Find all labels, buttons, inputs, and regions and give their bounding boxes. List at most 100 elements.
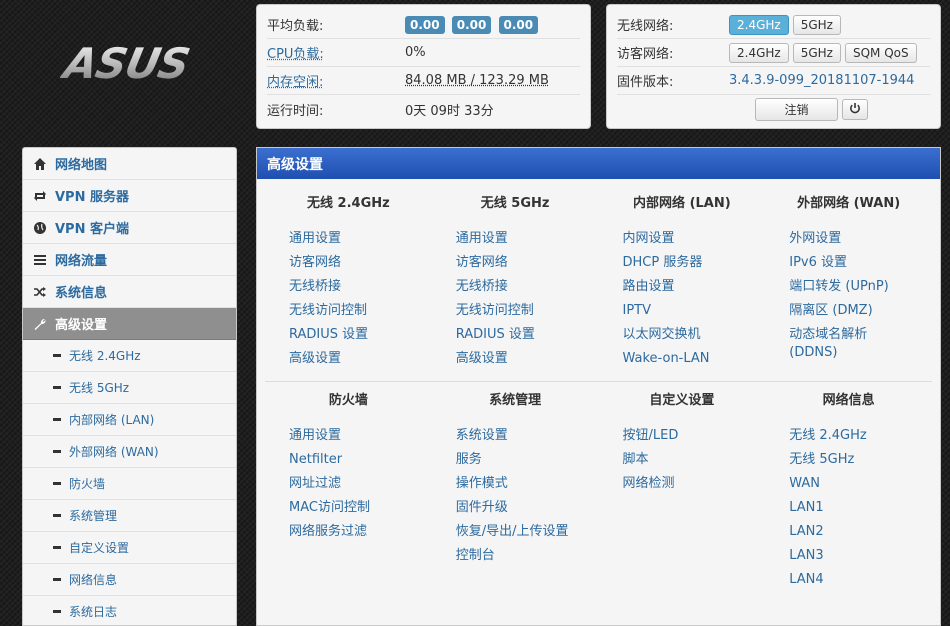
logout-button[interactable]: 注销 <box>755 97 838 121</box>
settings-link[interactable]: LAN2 <box>765 520 932 544</box>
settings-link[interactable]: 无线桥接 <box>265 275 432 299</box>
settings-link[interactable]: 网址过滤 <box>265 472 432 496</box>
column-heading: 网络信息 <box>822 393 875 408</box>
settings-section: 防火墙 通用设置 Netfilter 网址过滤 MAC访问控制 网络服务过滤 系统管理系统设… <box>265 388 932 602</box>
cpu-load-link[interactable]: CPU负载: <box>267 43 405 62</box>
settings-link[interactable]: 网络服务过滤 <box>265 520 432 544</box>
dash-icon <box>53 354 61 357</box>
settings-link[interactable]: 高级设置 <box>265 347 432 371</box>
uptime-label: 运行时间: <box>267 103 324 119</box>
settings-link[interactable]: 访客网络 <box>265 251 432 275</box>
sidebar-sub-lan[interactable]: 内部网络 (LAN) <box>23 404 236 436</box>
wireless-label: 无线网络: <box>617 19 674 34</box>
settings-link[interactable]: Netfilter <box>265 448 432 472</box>
sidebar-item-label: 高级设置 <box>55 318 108 333</box>
column-heading: 内部网络 (LAN) <box>633 196 731 211</box>
settings-link[interactable]: 通用设置 <box>265 227 432 251</box>
settings-link[interactable]: RADIUS 设置 <box>432 323 599 347</box>
sidebar-sub-label: 无线 5GHz <box>69 381 130 395</box>
page-title: 高级设置 <box>257 148 940 179</box>
dash-icon <box>53 450 61 453</box>
settings-link[interactable]: 通用设置 <box>265 424 432 448</box>
sidebar-sub-wireless-24[interactable]: 无线 2.4GHz <box>23 340 236 372</box>
random-icon <box>33 285 47 299</box>
sidebar-item-label: VPN 服务器 <box>55 190 129 205</box>
load-1min: 0.00 <box>405 15 445 34</box>
settings-link[interactable]: IPTV <box>599 299 766 323</box>
settings-link[interactable]: WAN <box>765 472 932 496</box>
sidebar-sub-netinfo[interactable]: 网络信息 <box>23 564 236 596</box>
sidebar-item-label: 系统信息 <box>55 286 108 301</box>
settings-link[interactable]: 系统设置 <box>432 424 599 448</box>
settings-link[interactable]: 隔离区 (DMZ) <box>765 299 932 323</box>
settings-link[interactable]: 按钮/LED <box>599 424 766 448</box>
settings-link[interactable]: 访客网络 <box>432 251 599 275</box>
settings-link[interactable]: 无线访问控制 <box>432 299 599 323</box>
svg-text:ASUS: ASUS <box>60 40 193 88</box>
settings-link[interactable]: DHCP 服务器 <box>599 251 766 275</box>
settings-link[interactable]: 服务 <box>432 448 599 472</box>
settings-link[interactable]: 内网设置 <box>599 227 766 251</box>
settings-link[interactable]: 操作模式 <box>432 472 599 496</box>
sidebar-sub-label: 防火墙 <box>69 477 106 491</box>
sidebar-sub-wan[interactable]: 外部网络 (WAN) <box>23 436 236 468</box>
settings-column: 防火墙 通用设置 Netfilter 网址过滤 MAC访问控制 网络服务过滤 <box>265 388 432 592</box>
uptime-value: 0天 09时 33分 <box>405 103 494 119</box>
settings-link[interactable]: 以太网交换机 <box>599 323 766 347</box>
asus-logo: ASUS <box>57 38 205 106</box>
settings-link[interactable]: 控制台 <box>432 544 599 568</box>
settings-link[interactable]: 无线访问控制 <box>265 299 432 323</box>
memory-row: 内存空闲: 84.08 MB / 123.29 MB <box>267 67 580 95</box>
settings-link[interactable]: IPv6 设置 <box>765 251 932 275</box>
settings-link[interactable]: 恢复/导出/上传设置 <box>432 520 599 544</box>
sidebar-sub-firewall[interactable]: 防火墙 <box>23 468 236 500</box>
settings-link[interactable]: 路由设置 <box>599 275 766 299</box>
wireless-row: 无线网络: 2.4GHz 5GHz <box>617 11 930 39</box>
sidebar-sub-label: 内部网络 (LAN) <box>69 413 155 427</box>
dash-icon <box>53 610 61 613</box>
guest-24ghz-button[interactable]: 2.4GHz <box>729 42 789 63</box>
settings-link[interactable]: Wake-on-LAN <box>599 347 766 371</box>
settings-link[interactable]: 固件升级 <box>432 496 599 520</box>
guest-row: 访客网络: 2.4GHz 5GHz SQM QoS <box>617 39 930 67</box>
column-heading: 系统管理 <box>489 393 542 408</box>
sidebar-item-system-info[interactable]: 系统信息 <box>23 276 236 308</box>
settings-link[interactable]: LAN1 <box>765 496 932 520</box>
settings-link[interactable]: LAN4 <box>765 568 932 592</box>
sidebar-sub-admin[interactable]: 系统管理 <box>23 500 236 532</box>
sidebar-item-network-map[interactable]: 网络地图 <box>23 148 236 180</box>
settings-link[interactable]: 端口转发 (UPnP) <box>765 275 932 299</box>
settings-link[interactable]: MAC访问控制 <box>265 496 432 520</box>
wireless-5ghz-button[interactable]: 5GHz <box>792 14 841 35</box>
memory-free-link[interactable]: 内存空闲: <box>267 71 405 90</box>
power-button[interactable] <box>841 98 868 120</box>
settings-link[interactable]: 外网设置 <box>765 227 932 251</box>
firmware-version-link[interactable]: 3.4.3.9-099_20181107-1944 <box>729 73 914 88</box>
load-5min: 0.00 <box>451 15 492 34</box>
sidebar-sub-wireless-5[interactable]: 无线 5GHz <box>23 372 236 404</box>
settings-section: 无线 2.4GHz 通用设置 访客网络 无线桥接 无线访问控制 RADIUS 设置 高级设置… <box>265 191 932 382</box>
sidebar-item-traffic[interactable]: 网络流量 <box>23 244 236 276</box>
sidebar-item-vpn-client[interactable]: VPN 客户端 <box>23 212 236 244</box>
sidebar-item-advanced[interactable]: 高级设置 <box>23 308 236 340</box>
sidebar-sub-label: 自定义设置 <box>69 541 130 555</box>
guest-5ghz-button[interactable]: 5GHz <box>792 42 841 63</box>
settings-link[interactable]: 通用设置 <box>432 227 599 251</box>
wireless-24ghz-button[interactable]: 2.4GHz <box>729 14 789 35</box>
settings-link[interactable]: 无线 2.4GHz <box>765 424 932 448</box>
settings-link[interactable]: LAN3 <box>765 544 932 568</box>
settings-link[interactable]: 网络检测 <box>599 472 766 496</box>
sqm-qos-button[interactable]: SQM QoS <box>844 42 917 63</box>
settings-link[interactable]: 无线桥接 <box>432 275 599 299</box>
sidebar-sub-custom[interactable]: 自定义设置 <box>23 532 236 564</box>
settings-link[interactable]: 动态域名解析 (DDNS) <box>765 323 905 362</box>
load-badges: 0.00 0.00 0.00 <box>405 15 541 34</box>
settings-link[interactable]: RADIUS 设置 <box>265 323 432 347</box>
settings-link[interactable]: 无线 5GHz <box>765 448 932 472</box>
settings-link[interactable]: 高级设置 <box>432 347 599 371</box>
sidebar-sub-syslog[interactable]: 系统日志 <box>23 596 236 625</box>
advanced-settings-panel: 高级设置 无线 2.4GHz 通用设置 访客网络 无线桥接 无线访问控制 RADIUS 设… <box>256 147 941 626</box>
settings-link[interactable]: 脚本 <box>599 448 766 472</box>
settings-column: 自定义设置 按钮/LED 脚本 网络检测 <box>599 388 766 592</box>
sidebar-item-vpn-server[interactable]: VPN 服务器 <box>23 180 236 212</box>
